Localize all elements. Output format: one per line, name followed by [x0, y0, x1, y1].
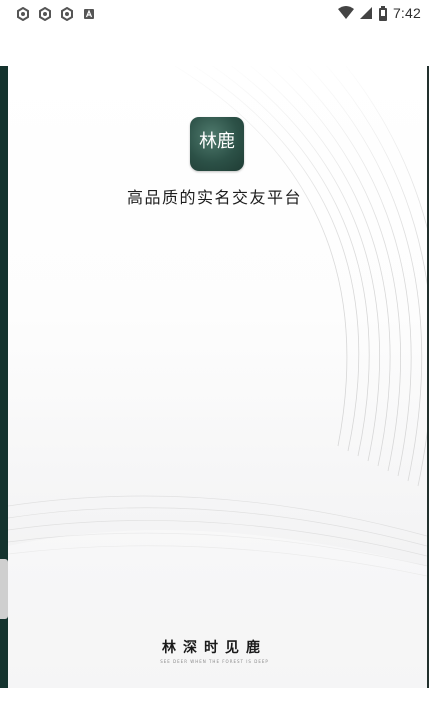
- app-tagline: 高品质的实名交友平台: [126, 188, 302, 207]
- status-bar-notification-icons: [16, 7, 96, 21]
- status-bar-system-icons: 7:42: [337, 5, 421, 21]
- settings-icon: [17, 7, 29, 21]
- side-drag-handle[interactable]: [0, 559, 8, 619]
- splash-screen: 林鹿 高品质的实名交友平台 林深时见鹿 SEE DEER WHEN THE FO…: [0, 66, 429, 688]
- battery-icon: [378, 5, 387, 21]
- status-bar: 7:42: [0, 0, 429, 28]
- notification-icon: [84, 9, 94, 19]
- status-bar-time: 7:42: [392, 5, 421, 21]
- brand-slogan: 林深时见鹿: [162, 640, 267, 656]
- settings-icon: [61, 7, 73, 21]
- app-logo-text: 林鹿: [199, 131, 235, 152]
- app-logo: 林鹿: [190, 117, 244, 171]
- brand-slogan-subtitle: SEE DEER WHEN THE FOREST IS DEEP: [160, 659, 269, 664]
- bottom-bar: [0, 688, 429, 713]
- settings-icon: [39, 7, 51, 21]
- signal-icon: [359, 7, 372, 19]
- wifi-icon: [337, 6, 354, 19]
